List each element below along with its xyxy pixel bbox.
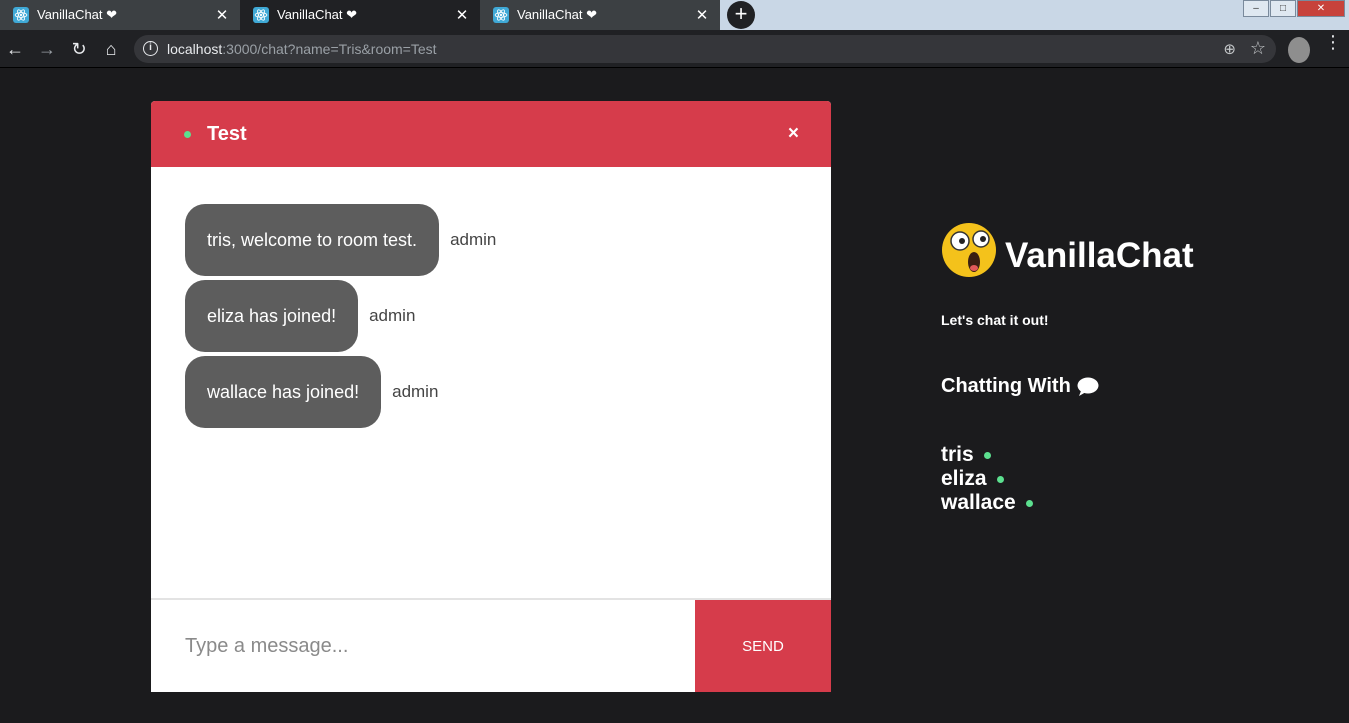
tagline: Let's chat it out! [941,312,1049,328]
bookmark-star-icon[interactable]: ☆ [1250,38,1266,59]
new-tab-button[interactable]: + [727,1,755,29]
forward-arrow-icon[interactable]: → [36,38,58,60]
brand: VanillaChat [941,222,1241,278]
window-controls: – □ ✕ [1242,0,1345,17]
reload-icon[interactable]: ↻ [68,38,90,60]
browser-tab-1[interactable]: VanillaChat ❤ ✕ [0,0,240,30]
url-host: localhost [167,41,223,57]
close-window-button[interactable]: ✕ [1297,0,1345,17]
url-text[interactable]: localhost:3000/chat?name=Tris&room=Test [167,41,437,57]
maximize-window-button[interactable]: □ [1270,0,1296,17]
tab-title: VanillaChat ❤ [37,7,118,22]
user-list-item: tris [941,443,1241,467]
address-bar[interactable]: i localhost:3000/chat?name=Tris&room=Tes… [134,35,1276,63]
message-item: eliza has joined! admin [185,280,797,352]
online-status-icon [983,451,991,459]
user-list-item: wallace [941,491,1241,515]
user-list: tris eliza wallace [941,443,1241,515]
react-icon [13,7,29,23]
message-bubble: tris, welcome to room test. [185,204,440,276]
message-sender: admin [369,306,416,325]
user-name: wallace [941,491,1016,514]
message-item: wallace has joined! admin [185,356,797,428]
tab-close-icon[interactable]: ✕ [454,6,470,24]
tab-title: VanillaChat ❤ [517,7,598,22]
message-sender: admin [450,230,497,249]
message-bubble: eliza has joined! [185,280,359,352]
chat-window: Test × tris, welcome to room test. admin… [151,101,831,692]
back-arrow-icon[interactable]: ← [4,38,26,60]
profile-avatar[interactable] [1288,37,1310,63]
user-name: tris [941,443,974,466]
react-icon [493,7,509,23]
chatting-with-heading: Chatting With [941,375,1241,398]
speech-bubble-icon [1077,377,1099,396]
brand-name: VanillaChat [1005,236,1194,275]
message-input[interactable] [151,600,695,692]
user-name: eliza [941,467,987,490]
url-path: :3000/chat?name=Tris&room=Test [222,41,437,57]
chat-header: Test × [151,101,831,167]
message-sender: admin [392,382,439,401]
browser-toolbar: ← → ↻ ⌂ i localhost:3000/chat?name=Tris&… [0,30,1349,68]
minimize-window-button[interactable]: – [1243,0,1269,17]
browser-tab-3[interactable]: VanillaChat ❤ ✕ [480,0,720,30]
astonished-face-icon [942,223,996,277]
home-icon[interactable]: ⌂ [100,38,122,60]
online-status-icon [184,130,191,138]
user-list-item: eliza [941,467,1241,491]
tab-close-icon[interactable]: ✕ [214,6,230,24]
tab-title: VanillaChat ❤ [277,7,358,22]
sidebar: VanillaChat Let's chat it out! Chatting … [941,222,1241,515]
close-chat-button[interactable]: × [788,123,799,145]
message-item: tris, welcome to room test. admin [185,204,797,276]
message-composer: SEND [151,598,831,692]
menu-icon[interactable]: ⋮ [1324,33,1342,51]
tab-strip: VanillaChat ❤ ✕ VanillaChat ❤ ✕ VanillaC… [0,0,1349,30]
online-status-icon [996,475,1004,483]
browser-tab-2[interactable]: VanillaChat ❤ ✕ [240,0,480,30]
tab-close-icon[interactable]: ✕ [694,6,710,24]
send-button[interactable]: SEND [695,600,831,692]
chatting-with-label: Chatting With [941,375,1071,397]
message-bubble: wallace has joined! [185,356,382,428]
zoom-icon[interactable]: ⊕ [1223,40,1236,58]
info-icon[interactable]: i [143,41,158,56]
room-title: Test [207,122,247,145]
react-icon [253,7,269,23]
message-list: tris, welcome to room test. admin eliza … [151,167,831,598]
online-status-icon [1025,499,1033,507]
